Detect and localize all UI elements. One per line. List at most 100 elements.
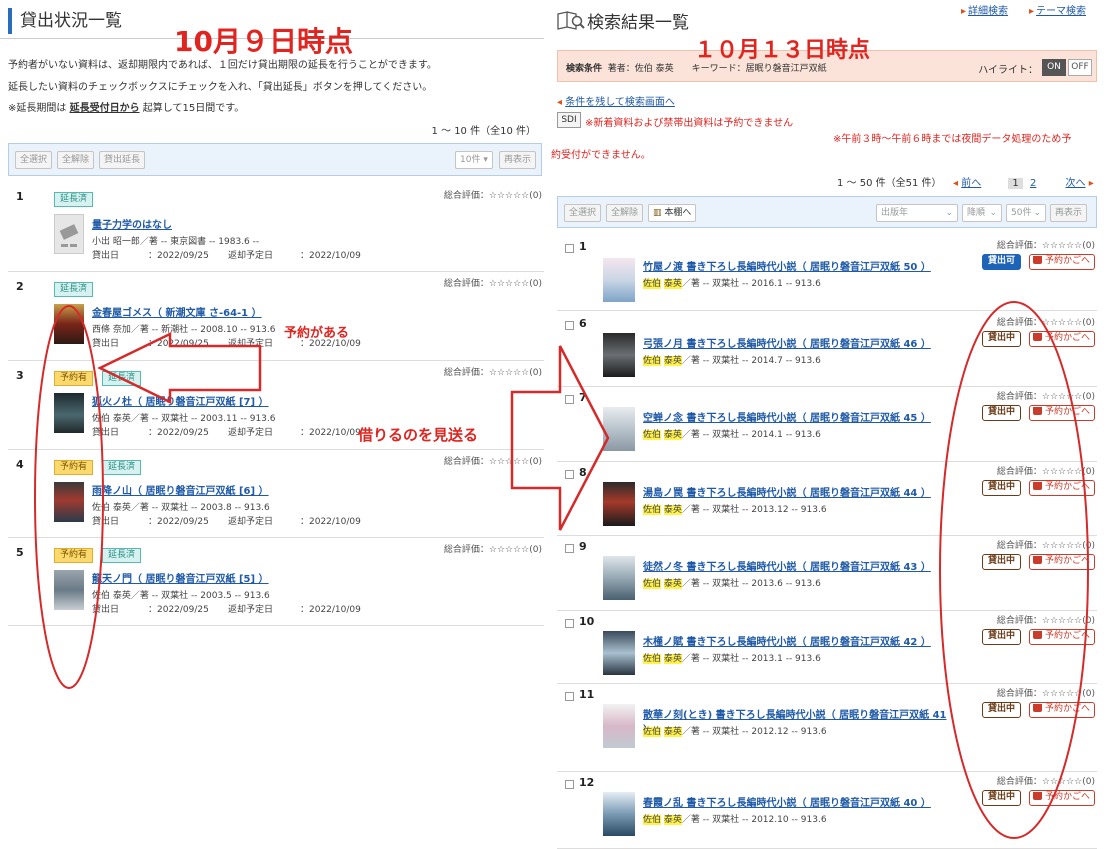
select-checkbox[interactable] [565, 395, 574, 404]
next-page-link[interactable]: 次へ [1066, 178, 1086, 189]
book-meta: 佐伯 泰英／著 -- 双葉社 -- 2016.1 -- 913.6 [643, 276, 821, 289]
add-to-cart-label: 予約かごへ [1044, 792, 1090, 802]
book-title-link[interactable]: 金春屋ゴメス（ 新潮文庫 さ-64-1 ） [92, 304, 262, 319]
annotation-date-right: １０月１３日時点 [694, 38, 871, 63]
add-to-cart-label: 予約かごへ [1044, 631, 1090, 641]
book-meta-rest: ／著 -- 双葉社 -- 2013.1 -- 913.6 [681, 654, 821, 664]
theme-search-link[interactable]: テーマ検索 [1029, 2, 1086, 17]
select-checkbox[interactable] [565, 244, 574, 253]
sort-key-select[interactable]: 出版年 ⌄ [876, 204, 958, 222]
author-first-name: 佐伯 [643, 727, 662, 737]
book-title-link[interactable]: 徒然ノ冬 書き下ろし長編時代小説（ 居眠り磐音江戸双紙 43 ） [643, 558, 953, 573]
book-cover [603, 704, 635, 748]
highlight-label: ハイライト： [978, 65, 1038, 76]
basket-icon [1032, 556, 1042, 564]
add-to-cart-button[interactable]: 予約かごへ [1028, 405, 1095, 421]
book-title-link[interactable]: 竹屋ノ渡 書き下ろし長編時代小説（ 居眠り磐音江戸双紙 50 ） [643, 258, 953, 273]
screenshot-root: 貸出状況一覧 予約者がいない資料は、返却期限内であれば、１回だけ貸出期限の延長を… [0, 0, 1108, 849]
result-number: 8 [579, 466, 587, 479]
prev-page-link[interactable]: 前へ [961, 178, 981, 189]
redisplay-button[interactable]: 再表示 [1050, 204, 1088, 222]
select-checkbox[interactable] [565, 544, 574, 553]
add-to-shelf-button[interactable]: ▥ 本棚へ [648, 204, 697, 222]
add-to-cart-button[interactable]: 予約かごへ [1028, 331, 1095, 347]
sort-order-select[interactable]: 降順 ⌄ [962, 204, 1002, 222]
book-cover [603, 258, 635, 302]
result-row: 6 総合評価：☆☆☆☆☆(0) 弓張ノ月 書き下ろし長編時代小説（ 居眠り磐音江戸双… [557, 313, 1097, 387]
result-number: 12 [579, 776, 595, 789]
book-meta: 佐伯 泰英／著 -- 双葉社 -- 2012.10 -- 913.6 [643, 812, 827, 825]
book-title-link[interactable]: 木槿ノ賦 書き下ろし長編時代小説（ 居眠り磐音江戸双紙 42 ） [643, 633, 953, 648]
add-to-cart-label: 予約かごへ [1044, 556, 1090, 566]
rating: 総合評価：☆☆☆☆☆(0) [443, 457, 542, 467]
warning-night-2: 約受付ができません。 [551, 150, 651, 161]
select-checkbox[interactable] [565, 692, 574, 701]
sdi-button[interactable]: SDI [557, 112, 581, 128]
page-title: 貸出状況一覧 [8, 8, 122, 34]
annotation-skip: 借りるのを見送る [358, 426, 479, 444]
book-meta-rest: ／著 -- 双葉社 -- 2012.12 -- 913.6 [681, 727, 827, 737]
chevron-down-icon: ⌄ [945, 208, 953, 218]
rating: 総合評価：☆☆☆☆☆(0) [996, 241, 1095, 251]
back-to-search-link[interactable]: 条件を残して検索画面へ [565, 97, 675, 108]
select-checkbox[interactable] [565, 470, 574, 479]
add-to-cart-label: 予約かごへ [1044, 256, 1090, 266]
highlight-on-button[interactable]: ON [1042, 59, 1066, 76]
book-title-link[interactable]: 狐火ノ杜（ 居眠り磐音江戸双紙 [7] ） [92, 393, 269, 408]
book-meta-rest: ／著 -- 双葉社 -- 2014.1 -- 913.6 [681, 430, 821, 440]
deselect-all-button[interactable]: 全解除 [606, 204, 644, 222]
page-1[interactable]: 1 [1008, 178, 1023, 189]
note-3-link: 延長受付日から [69, 103, 140, 114]
basket-icon [1032, 333, 1042, 341]
detail-search-link[interactable]: 詳細検索 [961, 2, 1008, 17]
select-all-button[interactable]: 全選択 [564, 204, 602, 222]
add-to-cart-label: 予約かごへ [1044, 482, 1090, 492]
book-title-link[interactable]: 量子力学のはなし [92, 216, 172, 231]
book-cover [54, 304, 84, 344]
author-last-name: 泰英 [663, 505, 682, 515]
result-range: 1 ～ 10 件（全10 件） [431, 126, 536, 137]
result-row: 11 総合評価：☆☆☆☆☆(0) 散華ノ刻(とき) 書き下ろし長編時代小説（ 居眠り… [557, 684, 1097, 772]
book-meta: 小出 昭一郎／著 -- 東京図書 -- 1983.6 -- [92, 237, 260, 247]
book-title-link[interactable]: 雨降ノ山（ 居眠り磐音江戸双紙 [6] ） [92, 482, 269, 497]
book-title-link[interactable]: 湯島ノ罠 書き下ろし長編時代小説（ 居眠り磐音江戸双紙 44 ） [643, 484, 953, 499]
highlight-off-button[interactable]: OFF [1068, 59, 1092, 76]
book-title-link[interactable]: 春霞ノ乱 書き下ろし長編時代小説（ 居眠り磐音江戸双紙 40 ） [643, 794, 953, 809]
book-cover [54, 570, 84, 610]
select-checkbox[interactable] [565, 780, 574, 789]
search-results-panel: 検索結果一覧 詳細検索 テーマ検索 検索条件 著者：佐伯 泰英 キーワード：居眠… [551, 0, 1108, 849]
add-to-cart-button[interactable]: 予約かごへ [1028, 254, 1095, 270]
warning-night-1: ※午前３時～午前６時までは夜間データ処理のため予 [833, 134, 1072, 145]
rating: 総合評価：☆☆☆☆☆(0) [996, 392, 1095, 402]
author-first-name: 佐伯 [643, 505, 662, 515]
per-page-select[interactable]: 10件 ▾ [455, 151, 493, 169]
basket-icon [1032, 407, 1042, 415]
basket-icon [1032, 631, 1042, 639]
add-to-cart-button[interactable]: 予約かごへ [1028, 480, 1095, 496]
select-all-button[interactable]: 全選択 [15, 151, 53, 169]
note-3: ※延長期間は 延長受付日から 起算して15日間です。 [8, 99, 244, 114]
book-title-link[interactable]: 弓張ノ月 書き下ろし長編時代小説（ 居眠り磐音江戸双紙 46 ） [643, 335, 953, 350]
note-3-post: 起算して15日間です。 [142, 103, 245, 114]
extended-badge: 延長済 [54, 282, 94, 297]
add-to-cart-button[interactable]: 予約かごへ [1028, 790, 1095, 806]
select-checkbox[interactable] [565, 321, 574, 330]
book-title-link[interactable]: 龍天ノ門（ 居眠り磐音江戸双紙 [5] ） [92, 570, 269, 585]
deselect-all-button[interactable]: 全解除 [57, 151, 95, 169]
book-meta: 佐伯 泰英／著 -- 双葉社 -- 2014.1 -- 913.6 [643, 427, 821, 440]
select-checkbox[interactable] [565, 619, 574, 628]
redisplay-button[interactable]: 再表示 [499, 151, 537, 169]
book-title-link[interactable]: 空蝉ノ念 書き下ろし長編時代小説（ 居眠り磐音江戸双紙 45 ） [643, 409, 953, 424]
book-meta: 佐伯 泰英／著 -- 双葉社 -- 2013.6 -- 913.6 [643, 576, 821, 589]
rating: 総合評価：☆☆☆☆☆(0) [443, 191, 542, 201]
add-to-cart-button[interactable]: 予約かごへ [1028, 554, 1095, 570]
extend-loan-button[interactable]: 貸出延長 [99, 151, 146, 169]
per-page-select[interactable]: 50件 ⌄ [1006, 204, 1046, 222]
add-to-cart-label: 予約かごへ [1044, 407, 1090, 417]
page-2-link[interactable]: 2 [1030, 178, 1036, 189]
add-to-cart-button[interactable]: 予約かごへ [1028, 629, 1095, 645]
on-loan-status: 貸出中 [981, 790, 1021, 806]
add-to-cart-button[interactable]: 予約かごへ [1028, 702, 1095, 718]
rating: 総合評価：☆☆☆☆☆(0) [996, 541, 1095, 551]
loan-item: 4 総合評価：☆☆☆☆☆(0) 予約有 延長済 雨降ノ山（ 居眠り磐音江戸双紙 … [8, 450, 544, 538]
